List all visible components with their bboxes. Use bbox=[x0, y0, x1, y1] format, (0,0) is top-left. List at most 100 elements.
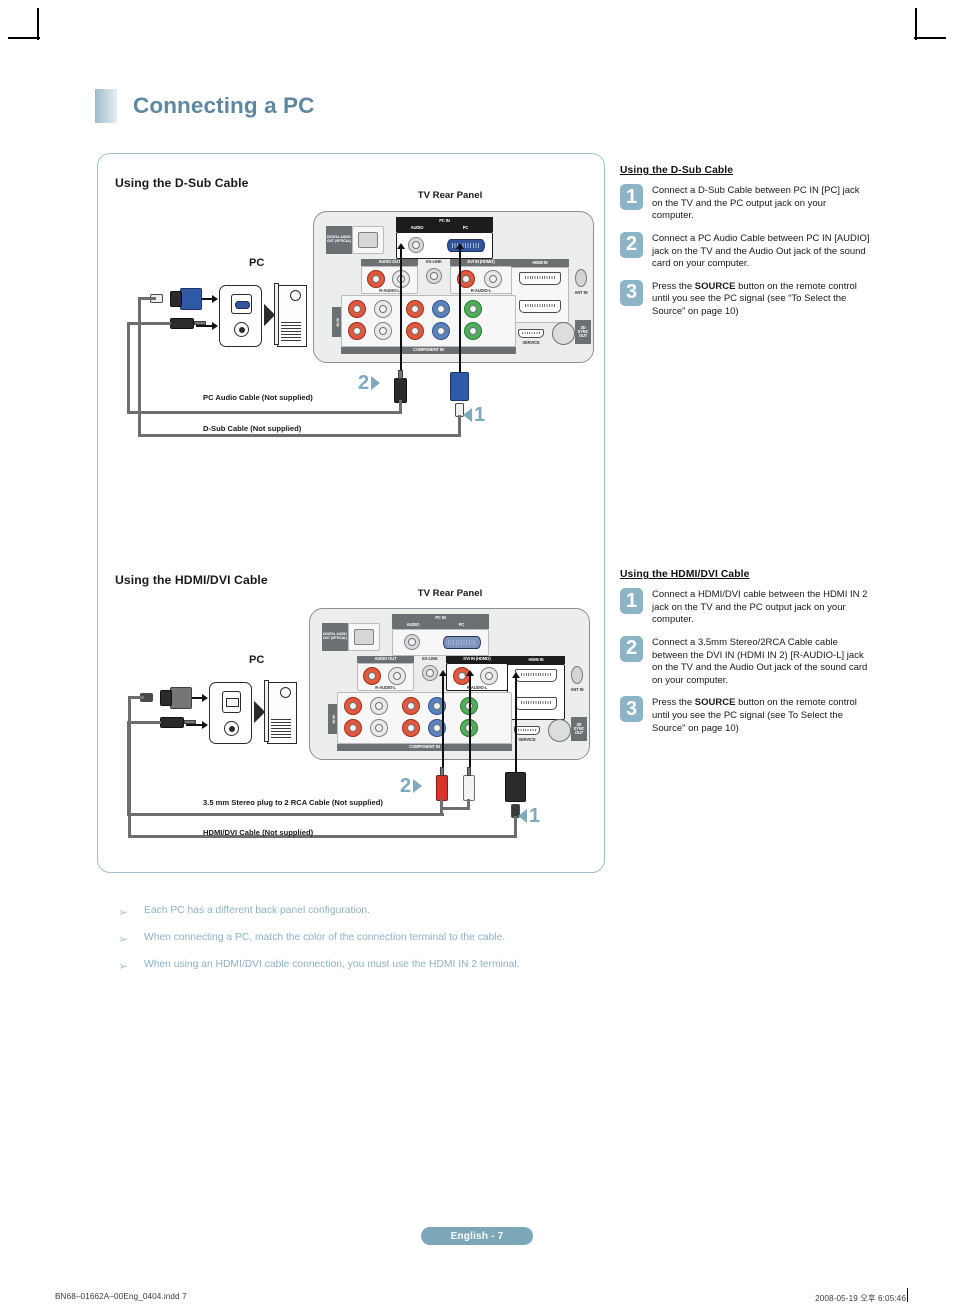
port-label-pc-2: PC bbox=[434, 622, 489, 629]
note-item: ➢ Each PC has a different back panel con… bbox=[118, 905, 738, 918]
port-label-service: SERVICE bbox=[522, 340, 540, 345]
diagram-2-hdmi-cable-horizontal bbox=[128, 835, 516, 839]
port-label-ant-in: ANT IN bbox=[574, 290, 588, 295]
step-text: Connect a HDMI/DVI cable between the HDM… bbox=[652, 588, 870, 627]
component-1-pb-jack bbox=[432, 322, 450, 340]
port-label-dvi-audio-rl-2: R-AUDIO-L bbox=[466, 685, 488, 690]
crop-mark-top-left-horizontal bbox=[8, 37, 40, 39]
note-text: Each PC has a different back panel confi… bbox=[144, 905, 370, 916]
dvi-in-left-audio-jack bbox=[484, 270, 502, 288]
diagram-1-magnify-chevron bbox=[264, 304, 275, 326]
diagram-2-rca-red-plug bbox=[436, 775, 448, 801]
av-1-audio-jack bbox=[374, 322, 392, 340]
step-text-pre: Connect a D-Sub Cable between PC IN [PC]… bbox=[652, 185, 860, 222]
instruction-step: 1 Connect a HDMI/DVI cable between the H… bbox=[620, 588, 870, 627]
diagram-2-cable-label-rca: 3.5 mm Stereo plug to 2 RCA Cable (Not s… bbox=[203, 798, 383, 807]
component-1-pr-jack bbox=[406, 322, 424, 340]
step-badge: 2 bbox=[620, 635, 643, 662]
ex-link-jack bbox=[426, 268, 442, 284]
diagram-1-dsub-cable-vertical-pc bbox=[138, 299, 142, 436]
print-caret-mark bbox=[907, 1288, 908, 1302]
diagram-2-pc-audio-plug-tip bbox=[184, 720, 196, 724]
step-badge: 1 bbox=[620, 588, 643, 614]
component-av-well-2 bbox=[337, 692, 512, 744]
dvi-in-left-audio-jack-2 bbox=[480, 667, 498, 685]
diagram-1-pc-audio-plug bbox=[170, 318, 194, 329]
diagram-1-cable-label-audio: PC Audio Cable (Not supplied) bbox=[203, 393, 313, 402]
page-header: Connecting a PC bbox=[95, 86, 855, 126]
port-label-ex-link: EX-LINK bbox=[426, 259, 442, 265]
diagram-1-step-marker-1: 1 bbox=[463, 405, 485, 425]
port-label-component-in: COMPONENT IN bbox=[341, 347, 516, 354]
service-port-2 bbox=[514, 726, 540, 735]
diagram-1-audio-cable-horizontal bbox=[127, 411, 402, 415]
port-label-audio-out-rl-2: R-AUDIO-L bbox=[375, 685, 396, 690]
instructions-dsub-title: Using the D-Sub Cable bbox=[620, 165, 734, 176]
port-label-hdmi-in-highlight: HDMI IN bbox=[507, 656, 565, 664]
crop-mark-top-right-vertical bbox=[915, 8, 917, 40]
port-label-av-in: AV IN bbox=[332, 307, 341, 337]
diagram-2-step-marker-2-triangle-icon bbox=[413, 779, 423, 793]
note-arrow-icon: ➢ bbox=[118, 959, 129, 973]
port-label-pc: PC bbox=[438, 225, 493, 232]
audio-out-right-jack-2 bbox=[363, 667, 381, 685]
port-label-av-in-2: AV IN bbox=[328, 704, 337, 734]
diagram-2-hdmi-plug bbox=[505, 772, 526, 802]
diagram-2-left-audio-arrow bbox=[466, 670, 474, 676]
pc-vga-port bbox=[231, 294, 252, 314]
diagram-1-pc-vga-plug-body bbox=[170, 291, 182, 307]
diagram-1-audio-cable-pc-lead bbox=[127, 322, 171, 326]
diagram-1-vga-leadline bbox=[459, 248, 462, 382]
step-badge: 3 bbox=[620, 696, 643, 723]
port-label-audio-out-rl: R-AUDIO-L bbox=[379, 288, 400, 293]
diagram-1-pc-audio-plug-tip bbox=[194, 321, 206, 325]
hdmi-in-2-port bbox=[519, 272, 561, 285]
diagram-1-step-marker-1-label: 1 bbox=[474, 404, 486, 426]
pc-in-vga-jack bbox=[447, 239, 485, 252]
pc-in-audio-jack bbox=[408, 237, 424, 253]
component-2-pr-jack-2 bbox=[402, 697, 420, 715]
step-badge: 3 bbox=[620, 279, 643, 306]
step-text: Connect a PC Audio Cable between PC IN [… bbox=[652, 232, 870, 271]
diagram-1-pc-tower-fan bbox=[290, 290, 301, 301]
diagram-2-rca-white-plug-tip bbox=[467, 767, 471, 776]
port-label-audio: AUDIO bbox=[396, 225, 438, 232]
pc-vga-connector-shape bbox=[235, 301, 250, 309]
diagram-2-rca-white-plug bbox=[463, 775, 475, 801]
diagram-1-tv-vga-plug bbox=[450, 372, 469, 401]
print-filename: BN68–01662A–00Eng_0404.indd 7 bbox=[55, 1292, 187, 1301]
ant-in-jack-2 bbox=[571, 666, 583, 684]
port-label-ant-in-2: ANT IN bbox=[570, 687, 584, 692]
diagram-2-step-marker-1: 1 bbox=[518, 806, 540, 826]
note-item: ➢ When connecting a PC, match the color … bbox=[118, 932, 738, 945]
diagram-2-rca-cable-horizontal bbox=[127, 813, 444, 817]
hdmi-in-1-port bbox=[519, 300, 561, 313]
vga-pin-holes-2 bbox=[448, 639, 476, 646]
step-badge: 2 bbox=[620, 231, 643, 258]
pc-in-vga-jack-2 bbox=[443, 636, 481, 649]
port-label-3d-sync-out: 3D SYNC OUT bbox=[575, 320, 591, 344]
av-1-video-jack-2 bbox=[344, 719, 362, 737]
note-text: When using an HDMI/DVI cable connection,… bbox=[144, 959, 520, 970]
instruction-step: 3 Press the SOURCE button on the remote … bbox=[620, 279, 870, 319]
diagram-1-audio-cable-vertical-pc bbox=[127, 324, 131, 413]
crop-mark-top-left-vertical bbox=[37, 8, 39, 40]
page-title: Connecting a PC bbox=[133, 93, 315, 118]
port-label-audio-out-2: AUDIO OUT bbox=[357, 656, 414, 663]
diagram-2-pc-tower-fan bbox=[280, 687, 291, 698]
diagram-2-rca-cable-pc-lead bbox=[127, 721, 161, 725]
port-label-digital-audio-out-2: DIGITAL AUDIO OUT (OPTICAL) bbox=[322, 623, 348, 651]
port-label-pc-in: PC IN bbox=[396, 217, 493, 225]
step-text-pre: Connect a HDMI/DVI cable between the HDM… bbox=[652, 589, 868, 626]
hdmi-in-1-port-2 bbox=[515, 697, 557, 710]
3d-sync-out-jack bbox=[552, 322, 575, 345]
diagram-1-pc-back-panel bbox=[219, 285, 262, 347]
component-1-pr-jack-2 bbox=[402, 719, 420, 737]
av-2-video-jack bbox=[348, 300, 366, 318]
step-text-pre: Connect a 3.5mm Stereo/2RCA Cable cable … bbox=[652, 636, 868, 686]
diagram-1-heading: Using the D-Sub Cable bbox=[115, 176, 249, 190]
note-arrow-icon: ➢ bbox=[118, 932, 129, 946]
pc-dvi-connector-shape bbox=[226, 698, 239, 707]
diagram-1-pc-tower-vent bbox=[281, 322, 301, 342]
diagram-1-pc-caption: PC bbox=[249, 257, 265, 269]
